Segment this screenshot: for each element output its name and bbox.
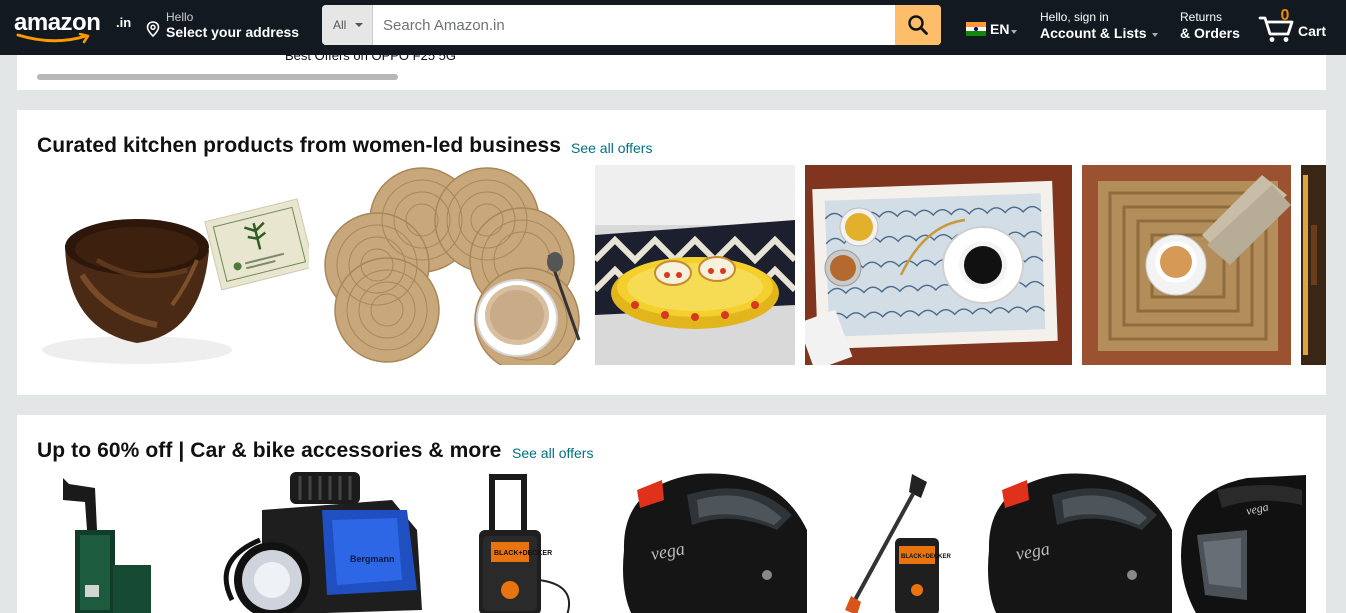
carousel-scrollbar[interactable] bbox=[37, 74, 398, 80]
card-title: Curated kitchen products from women-led … bbox=[37, 134, 562, 157]
logo-domain-suffix: .in bbox=[116, 15, 132, 30]
search-button[interactable] bbox=[895, 5, 941, 45]
india-flag-icon bbox=[966, 22, 986, 36]
see-all-offers-link[interactable]: See all offers bbox=[571, 140, 652, 156]
search-icon bbox=[908, 15, 928, 35]
black-decker-washer-image: BLACK+DECKER bbox=[467, 470, 587, 613]
location-pin-icon bbox=[146, 21, 160, 37]
coconut-bowl-product[interactable] bbox=[37, 165, 309, 365]
cart-label: Cart bbox=[1298, 23, 1327, 39]
spray-gun-washer-product[interactable]: BLACK+DECKER bbox=[817, 470, 957, 613]
car-bike-accessories-card: Up to 60% off | Car & bike accessories &… bbox=[17, 415, 1326, 613]
partial-product-image bbox=[1301, 165, 1326, 365]
yellow-tray-image bbox=[595, 165, 795, 365]
search-category-label: All bbox=[333, 18, 347, 32]
spray-washer-brand-text: BLACK+DECKER bbox=[901, 554, 952, 560]
deliver-to-address[interactable]: Hello Select your address bbox=[144, 9, 304, 45]
green-pressure-washer-image bbox=[55, 470, 165, 613]
green-pressure-washer-product[interactable] bbox=[55, 470, 165, 613]
top-nav-bar: amazon .in Hello Select your address All bbox=[0, 0, 1346, 55]
language-code: EN bbox=[990, 21, 1010, 37]
orders-label: & Orders bbox=[1180, 25, 1240, 41]
jute-coasters-image bbox=[317, 165, 587, 365]
vega-helmet-image: vega bbox=[602, 470, 814, 613]
amazon-logo[interactable]: amazon .in bbox=[12, 8, 132, 46]
woven-placemat-product[interactable] bbox=[1082, 165, 1291, 365]
inflator-brand-text: Bergmann bbox=[350, 554, 395, 564]
cart-icon bbox=[1258, 16, 1294, 42]
search-bar: All bbox=[322, 5, 941, 45]
deliver-greeting: Hello bbox=[166, 10, 194, 24]
vega-helmet-product[interactable]: vega bbox=[602, 470, 814, 613]
yellow-serving-tray-product[interactable] bbox=[595, 165, 795, 365]
kitchen-products-card: Curated kitchen products from women-led … bbox=[17, 110, 1326, 395]
account-and-lists[interactable]: Hello, sign in Account & Lists bbox=[1040, 10, 1158, 41]
returns-label: Returns bbox=[1180, 10, 1223, 24]
vega-helmet-image-2: vega bbox=[967, 470, 1179, 613]
chevron-down-icon bbox=[355, 23, 363, 27]
spray-gun-washer-image: BLACK+DECKER bbox=[817, 470, 957, 613]
mosaic-tray-image bbox=[805, 165, 1072, 365]
chevron-down-icon bbox=[1011, 29, 1018, 34]
returns-and-orders[interactable]: Returns & Orders bbox=[1180, 10, 1240, 41]
jute-coaster-set-product[interactable] bbox=[317, 165, 587, 365]
account-lists-label: Account & Lists bbox=[1040, 25, 1147, 41]
vega-helmet-product-2[interactable]: vega bbox=[967, 470, 1179, 613]
offroad-helmet-product[interactable]: vega bbox=[1177, 470, 1306, 613]
chevron-down-icon bbox=[1151, 32, 1158, 37]
woven-placemat-image bbox=[1082, 165, 1291, 365]
tyre-inflator-product[interactable]: Bergmann bbox=[202, 470, 434, 613]
logo-smile-icon bbox=[16, 33, 90, 44]
see-all-offers-link[interactable]: See all offers bbox=[512, 445, 593, 461]
language-selector[interactable]: EN bbox=[966, 17, 1018, 41]
offroad-helmet-image: vega bbox=[1177, 470, 1306, 613]
mosaic-serving-tray-product[interactable] bbox=[805, 165, 1072, 365]
tyre-inflator-image: Bergmann bbox=[202, 470, 434, 613]
sign-in-greeting: Hello, sign in bbox=[1040, 10, 1109, 24]
search-input[interactable] bbox=[373, 5, 895, 45]
washer-brand-text: BLACK+DECKER bbox=[494, 550, 552, 557]
search-category-dropdown[interactable]: All bbox=[322, 5, 373, 45]
product-caption[interactable]: Best Offers on OPPO F25 5G bbox=[285, 55, 456, 63]
card-title: Up to 60% off | Car & bike accessories &… bbox=[37, 439, 502, 462]
select-address-label: Select your address bbox=[166, 24, 300, 40]
coconut-bowl-image bbox=[37, 165, 309, 365]
black-decker-pressure-washer-product[interactable]: BLACK+DECKER bbox=[467, 470, 587, 613]
oppo-offers-card: Best Offers on OPPO F25 5G bbox=[17, 55, 1326, 90]
cart-button[interactable]: 0 Cart bbox=[1258, 5, 1334, 45]
partial-product[interactable] bbox=[1301, 165, 1326, 365]
